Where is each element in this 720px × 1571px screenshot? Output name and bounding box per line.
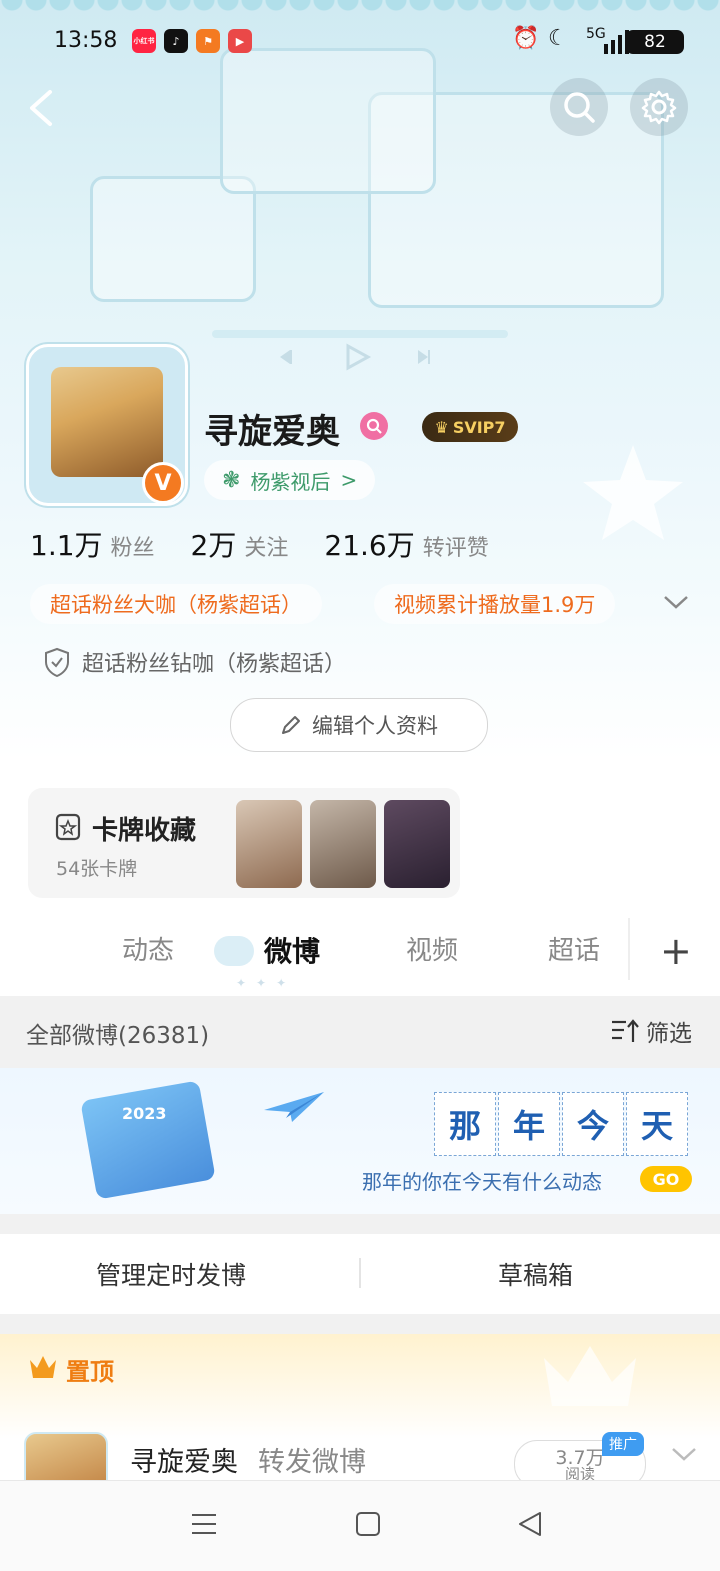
drafts-button[interactable]: 草稿箱 bbox=[498, 1256, 573, 1292]
weibo-count: 全部微博(26381) bbox=[26, 1023, 210, 1049]
star-decoration-icon bbox=[583, 445, 683, 540]
video-views-badge[interactable]: 视频累计播放量1.9万 bbox=[374, 584, 616, 624]
svip-badge[interactable]: ♛ SVIP7 bbox=[422, 412, 518, 442]
app-icon: ⚑ bbox=[196, 29, 220, 53]
following-label: 关注 bbox=[244, 536, 289, 561]
moon-icon: ☾ bbox=[548, 26, 568, 51]
back-nav-icon[interactable] bbox=[516, 1510, 544, 1538]
search-button[interactable] bbox=[550, 78, 608, 136]
calendar-icon bbox=[80, 1080, 216, 1200]
manage-scheduled-button[interactable]: 管理定时发博 bbox=[96, 1256, 246, 1292]
fan-level-label: 超话粉丝钻咖（杨紫超话） bbox=[82, 652, 347, 677]
section-gap bbox=[0, 1214, 720, 1234]
promo-tag[interactable]: 推广 bbox=[602, 1432, 644, 1456]
chevron-down-icon[interactable] bbox=[662, 592, 690, 612]
svip-label: SVIP7 bbox=[452, 417, 506, 437]
following-count: 2万 bbox=[190, 529, 237, 562]
user-tag-label: 杨紫视后 bbox=[250, 469, 331, 494]
card-thumbnail[interactable] bbox=[236, 800, 302, 888]
tab-video[interactable]: 视频 bbox=[406, 930, 458, 967]
paper-plane-icon bbox=[264, 1092, 324, 1122]
section-gap bbox=[0, 1314, 720, 1334]
lace-decoration bbox=[0, 0, 720, 22]
memory-char: 今 bbox=[562, 1092, 624, 1156]
edit-profile-button[interactable]: 编辑个人资料 bbox=[230, 698, 488, 752]
chevron-down-icon[interactable] bbox=[670, 1444, 698, 1464]
super-fan-badge[interactable]: 超话粉丝大咖（杨紫超话） bbox=[30, 584, 322, 624]
menu-icon[interactable] bbox=[190, 1510, 218, 1538]
calendar-year: 2023 bbox=[122, 1104, 167, 1123]
profile-stats: 1.1万 粉丝 2万 关注 21.6万 转评赞 bbox=[30, 524, 489, 564]
home-icon[interactable] bbox=[354, 1510, 382, 1538]
card-collection-title: 卡牌收藏 bbox=[92, 816, 197, 846]
followers-stat[interactable]: 1.1万 粉丝 bbox=[30, 524, 155, 564]
alarm-icon: ⏰ bbox=[512, 26, 540, 51]
avatar-image bbox=[51, 367, 163, 477]
crown-watermark-icon bbox=[544, 1346, 636, 1406]
search-icon bbox=[564, 92, 595, 123]
tab-divider bbox=[628, 918, 630, 980]
username: 寻旋爱奥 bbox=[204, 412, 340, 452]
card-thumbnail[interactable] bbox=[310, 800, 376, 888]
crown-icon bbox=[30, 1356, 56, 1378]
filter-label: 筛选 bbox=[646, 1021, 692, 1047]
battery-indicator: 82 bbox=[626, 30, 684, 54]
player-controls-icon bbox=[280, 343, 430, 371]
crown-icon: ♛ bbox=[434, 417, 449, 437]
followers-count: 1.1万 bbox=[30, 529, 103, 562]
tab-dynamics[interactable]: 动态 bbox=[122, 930, 174, 967]
computer-illustration bbox=[90, 176, 256, 302]
edit-profile-label: 编辑个人资料 bbox=[312, 714, 438, 738]
post-action: 转发微博 bbox=[258, 1447, 366, 1478]
tab-indicator: ✦✦✦ bbox=[236, 976, 297, 990]
gear-icon bbox=[641, 90, 677, 125]
search-small-icon bbox=[366, 418, 382, 434]
tab-weibo[interactable]: 微博 bbox=[264, 930, 320, 970]
settings-button[interactable] bbox=[630, 78, 688, 136]
post-views-label: 阅读 bbox=[564, 1465, 595, 1483]
verified-badge: V bbox=[142, 462, 184, 504]
video-app-icon: ▶ bbox=[228, 29, 252, 53]
xiaohongshu-app-icon: 小红书 bbox=[132, 29, 156, 53]
player-progress bbox=[212, 330, 508, 338]
memory-subtitle: 那年的你在今天有什么动态 bbox=[362, 1170, 602, 1194]
fan-level[interactable]: 超话粉丝钻咖（杨紫超话） bbox=[44, 646, 346, 678]
tab-heart-decoration bbox=[214, 936, 254, 966]
chevron-right-icon: > bbox=[340, 468, 358, 492]
following-stat[interactable]: 2万 关注 bbox=[191, 524, 289, 564]
super-topic-icon[interactable] bbox=[360, 412, 388, 440]
memory-char: 那 bbox=[434, 1092, 496, 1156]
likes-label: 转评赞 bbox=[422, 536, 489, 561]
tab-super-topic[interactable]: 超话 bbox=[548, 930, 600, 967]
filter-button[interactable]: 筛选 bbox=[610, 1014, 692, 1048]
status-time: 13:58 bbox=[54, 28, 118, 53]
card-icon bbox=[55, 813, 81, 841]
memory-char: 年 bbox=[498, 1092, 560, 1156]
user-tag[interactable]: ❃ 杨紫视后 > bbox=[204, 460, 376, 500]
pencil-icon bbox=[282, 716, 300, 734]
card-thumbnail[interactable] bbox=[384, 800, 450, 888]
flower-icon: ❃ bbox=[222, 467, 241, 493]
followers-label: 粉丝 bbox=[110, 536, 155, 561]
card-collection-count: 54张卡牌 bbox=[56, 858, 138, 880]
tiktok-app-icon: ♪ bbox=[164, 29, 188, 53]
post-author[interactable]: 寻旋爱奥 bbox=[130, 1440, 238, 1479]
add-tab-button[interactable]: + bbox=[660, 932, 692, 970]
screen-illustration-2 bbox=[220, 48, 436, 194]
memory-char: 天 bbox=[626, 1092, 688, 1156]
likes-stat[interactable]: 21.6万 转评赞 bbox=[324, 524, 488, 564]
back-arrow-icon[interactable] bbox=[26, 88, 56, 128]
filter-icon bbox=[612, 1019, 639, 1042]
pinned-label: 置顶 bbox=[66, 1358, 114, 1386]
shield-icon bbox=[45, 647, 69, 677]
likes-count: 21.6万 bbox=[324, 529, 415, 562]
manage-divider bbox=[359, 1258, 361, 1288]
go-button[interactable]: GO bbox=[640, 1166, 692, 1192]
